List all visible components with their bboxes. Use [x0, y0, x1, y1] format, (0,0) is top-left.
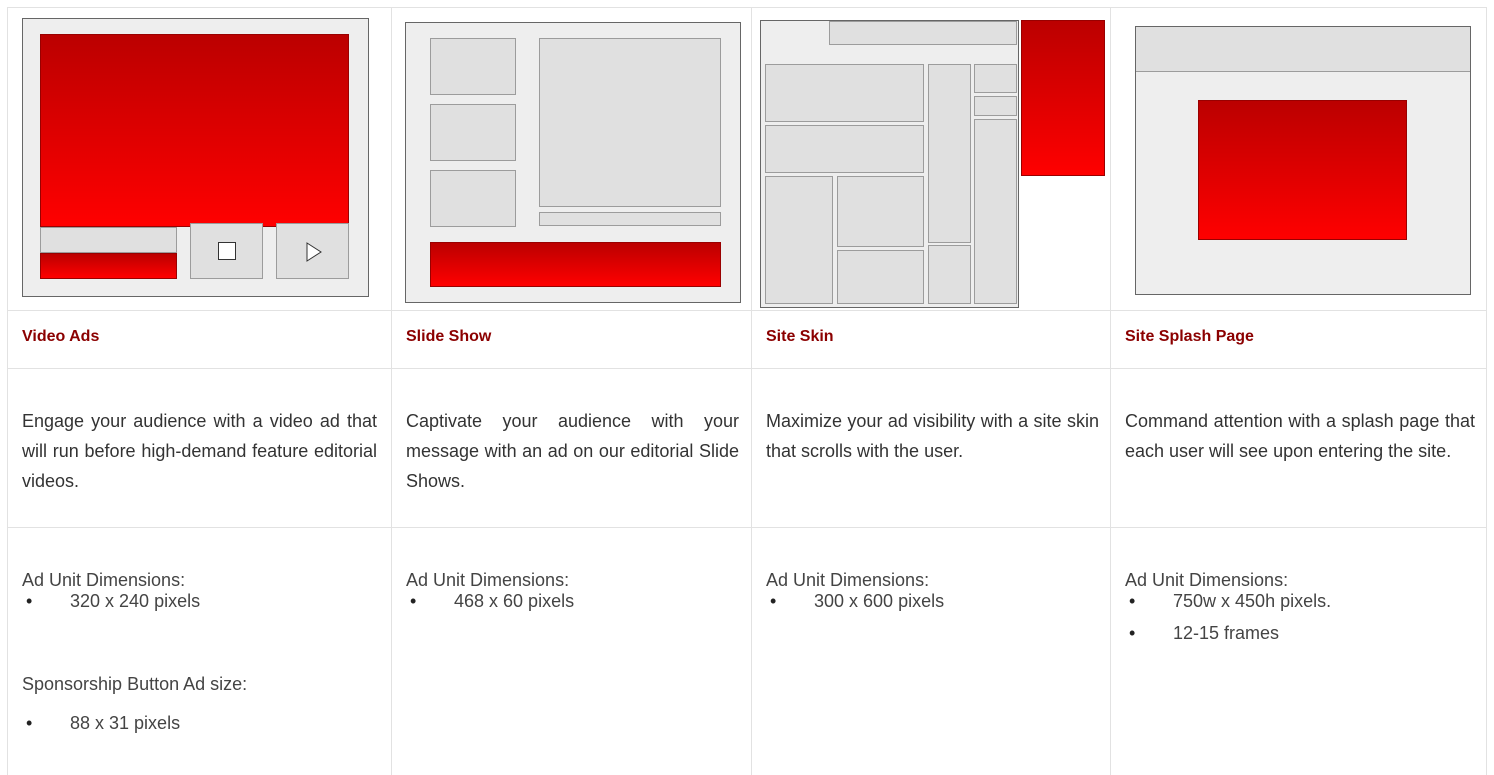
grid-line	[7, 527, 1487, 528]
grid-line	[7, 7, 8, 775]
column-description: Engage your audience with a video ad tha…	[22, 411, 377, 491]
spec-item: 88 x 31 pixels	[26, 707, 180, 739]
slideshow-ad-area	[430, 242, 721, 287]
progress-track	[40, 227, 177, 253]
site-block	[974, 119, 1017, 304]
site-block	[928, 245, 971, 304]
column-description: Command attention with a splash page tha…	[1125, 411, 1475, 461]
play-icon	[306, 242, 322, 262]
grid-line	[7, 310, 1487, 311]
slide-thumb	[430, 38, 516, 95]
grid-line	[1486, 7, 1487, 775]
site-block	[765, 125, 924, 173]
stop-button-shape	[190, 223, 263, 279]
slide-thumb	[430, 170, 516, 227]
sponsorship-button-area	[40, 253, 177, 279]
site-block	[765, 176, 833, 304]
column-title: Site Splash Page	[1125, 328, 1254, 345]
spec-item: 468 x 60 pixels	[410, 585, 574, 617]
column-title: Slide Show	[406, 328, 492, 345]
grid-line	[391, 7, 392, 775]
column-title: Video Ads	[22, 328, 100, 345]
slide-caption	[539, 212, 721, 226]
site-skin-ad-area	[1021, 20, 1105, 176]
grid-line	[1110, 7, 1111, 775]
site-block	[837, 250, 924, 304]
site-block	[928, 64, 971, 243]
spec-list: 320 x 240 pixels	[26, 585, 200, 617]
spec-list: 468 x 60 pixels	[410, 585, 574, 617]
spec-item: 750w x 450h pixels.	[1129, 585, 1331, 617]
column-description: Maximize your ad visibility with a site …	[766, 411, 1099, 461]
grid-line	[751, 7, 752, 775]
site-skin-layout-icon	[760, 20, 1105, 308]
site-block	[974, 96, 1017, 116]
spec-item: 300 x 600 pixels	[770, 585, 944, 617]
spec-label: Sponsorship Button Ad size:	[22, 674, 248, 694]
splash-header	[1136, 27, 1470, 72]
spec-item: 320 x 240 pixels	[26, 585, 200, 617]
slide-thumb	[430, 104, 516, 161]
grid-line	[7, 7, 1487, 8]
grid-line	[7, 368, 1487, 369]
splash-ad-area	[1198, 100, 1407, 240]
splash-page-layout-icon	[1135, 26, 1471, 295]
video-ad-area	[40, 34, 349, 227]
spec-list: 88 x 31 pixels	[26, 707, 180, 739]
slideshow-layout-icon	[405, 22, 741, 303]
video-player-icon	[22, 18, 369, 297]
site-block	[974, 64, 1017, 93]
site-block	[765, 64, 924, 122]
spec-list: 750w x 450h pixels. 12-15 frames	[1129, 585, 1331, 649]
site-header	[829, 21, 1017, 45]
slide-main	[539, 38, 721, 207]
spec-item: 12-15 frames	[1129, 617, 1331, 649]
spec-list: 300 x 600 pixels	[770, 585, 944, 617]
play-button-shape	[276, 223, 349, 279]
column-description: Captivate your audience with your messag…	[406, 411, 739, 491]
stop-icon	[218, 242, 236, 260]
column-title: Site Skin	[766, 328, 834, 345]
site-block	[837, 176, 924, 247]
